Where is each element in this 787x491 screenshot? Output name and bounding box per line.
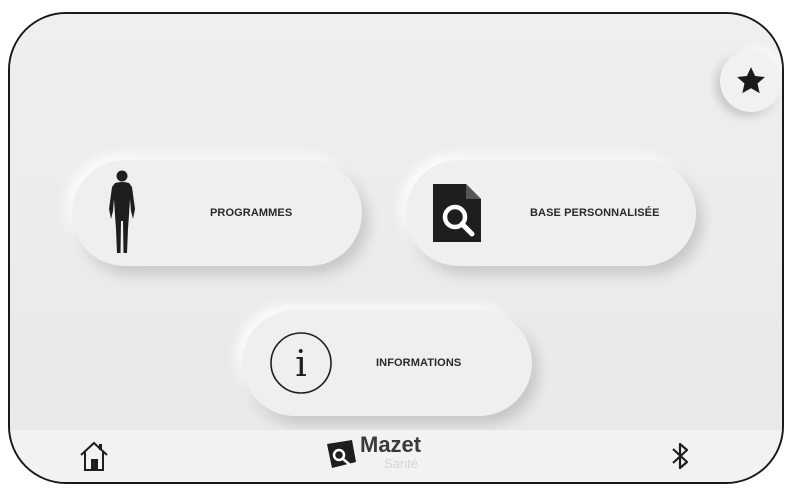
programmes-label: PROGRAMMES	[210, 207, 293, 219]
mazet-logo-mark	[327, 440, 356, 468]
svg-text:i: i	[295, 344, 307, 385]
logo-name: Mazet	[360, 432, 422, 457]
home-icon	[80, 441, 108, 471]
base-personnalisee-button[interactable]: BASE PERSONNALISÉE	[406, 160, 696, 266]
home-button[interactable]	[76, 438, 112, 474]
document-search-icon	[433, 184, 481, 242]
informations-label: INFORMATIONS	[376, 357, 462, 369]
mazet-logo: Mazet Santé	[320, 432, 470, 478]
bluetooth-icon	[672, 442, 689, 470]
human-body-icon	[109, 170, 135, 253]
star-icon	[737, 67, 765, 94]
programmes-button[interactable]: PROGRAMMES	[72, 160, 362, 266]
favorites-button[interactable]	[720, 50, 782, 112]
bluetooth-button[interactable]	[662, 438, 698, 474]
device-screen: PROGRAMMES BASE PERSONNALISÉE i INFORMAT…	[8, 12, 784, 484]
logo-subtitle: Santé	[384, 456, 418, 471]
bottom-bar: Mazet Santé	[10, 430, 782, 482]
info-icon: i	[270, 332, 332, 394]
base-label: BASE PERSONNALISÉE	[530, 207, 660, 219]
informations-button[interactable]: i INFORMATIONS	[242, 310, 532, 416]
